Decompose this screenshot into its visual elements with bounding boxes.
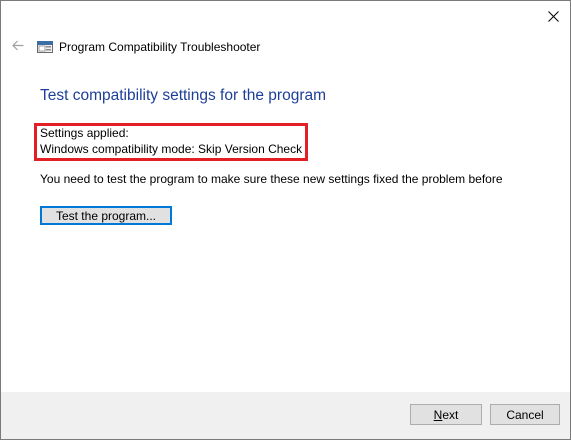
next-label-rest: ext	[442, 407, 459, 422]
test-program-button[interactable]: Test the program...	[40, 206, 172, 225]
next-accelerator: N	[433, 407, 443, 422]
title-row: Program Compatibility Troubleshooter	[9, 37, 260, 57]
troubleshooter-window: Program Compatibility Troubleshooter Tes…	[0, 0, 571, 440]
page-heading: Test compatibility settings for the prog…	[40, 87, 327, 104]
instruction-text: You need to test the program to make sur…	[40, 172, 503, 186]
cancel-button[interactable]: Cancel	[490, 404, 560, 425]
next-button[interactable]: Next	[410, 404, 482, 425]
close-button[interactable]	[538, 3, 568, 29]
back-arrow-icon	[12, 40, 24, 54]
settings-applied-value: Windows compatibility mode: Skip Version…	[40, 142, 303, 156]
back-button[interactable]	[9, 38, 27, 56]
settings-applied-label: Settings applied:	[40, 126, 129, 140]
troubleshooter-icon	[37, 40, 53, 54]
window-title: Program Compatibility Troubleshooter	[59, 40, 261, 54]
footer-bar: Next Cancel	[1, 392, 570, 439]
close-icon	[547, 10, 559, 22]
